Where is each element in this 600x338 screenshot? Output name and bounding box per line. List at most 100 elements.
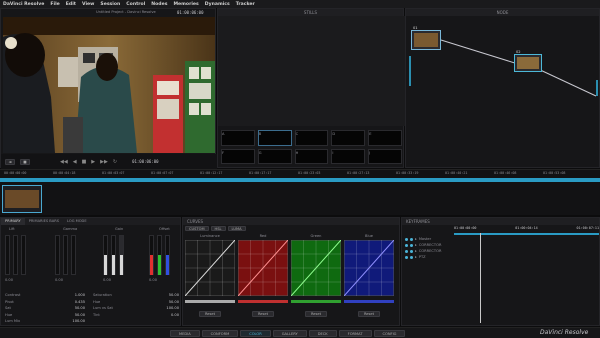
bars-area: Lift Gamma Gain Offset 0.00 0.00 0.00 0.00 xyxy=(3,227,180,289)
curve-reset-button[interactable]: Reset xyxy=(358,311,380,317)
page-tab-format[interactable]: FORMAT xyxy=(338,330,372,337)
curves-header: CURVES xyxy=(183,218,399,225)
rewind-icon[interactable]: ◀◀ xyxy=(60,159,68,165)
param-label: Hue xyxy=(93,299,101,304)
node-connection xyxy=(535,67,597,97)
curve-intensity-slider[interactable] xyxy=(238,300,288,303)
keyframe-ruler: 01:00:00:00 01:00:04:14 01:00:07:11 xyxy=(454,226,599,230)
menu-app[interactable]: DaVinci Resolve xyxy=(3,2,44,7)
keyframe-toggle-icon[interactable] xyxy=(410,243,413,247)
primary-bar-fill xyxy=(104,255,107,275)
bar-value: 0.00 xyxy=(55,278,64,282)
still-thumb[interactable]: C xyxy=(294,130,329,146)
still-thumb[interactable]: D xyxy=(331,130,366,146)
curve-graph[interactable] xyxy=(343,239,395,297)
page-tab-deck[interactable]: DECK xyxy=(308,330,337,337)
curve-graph[interactable] xyxy=(184,239,236,297)
timeline-panel: 00:00:00:00 00:00:04:18 01:00:03:07 01:00:0… xyxy=(0,169,600,215)
param-value: 0.00 xyxy=(170,312,179,317)
param-row[interactable]: Tint 0.00 xyxy=(93,312,179,319)
still-thumb[interactable]: H xyxy=(294,148,329,164)
track-label: CORRECTOR xyxy=(418,243,442,247)
curve-graph[interactable] xyxy=(237,239,289,297)
menu-session[interactable]: Session xyxy=(100,2,120,7)
keyframe-toggle-icon[interactable] xyxy=(405,249,408,253)
primary-bar[interactable] xyxy=(13,235,18,275)
expand-icon[interactable]: ▸ xyxy=(415,249,417,253)
menu-nodes[interactable]: Nodes xyxy=(151,2,167,7)
curve-intensity-slider[interactable] xyxy=(291,300,341,303)
keyframe-toggle-icon[interactable] xyxy=(405,237,408,241)
shuttle-button[interactable]: ■ xyxy=(20,158,30,165)
still-thumb[interactable]: J xyxy=(368,148,402,164)
curves-panel: CURVES CUSTOM HSL LUMA Luminance Reset Red… xyxy=(182,217,400,326)
keyframe-playhead[interactable] xyxy=(480,233,481,323)
stop-icon[interactable]: ■ xyxy=(82,159,87,165)
keyframe-toggle-icon[interactable] xyxy=(405,255,408,259)
still-thumb[interactable]: F xyxy=(221,148,255,164)
fast-forward-icon[interactable]: ▶▶ xyxy=(100,159,108,165)
group-label: Gain xyxy=(115,227,124,231)
timeline-ruler[interactable]: 00:00:00:00 00:00:04:18 01:00:03:07 01:00:0… xyxy=(0,171,600,177)
still-thumb[interactable]: I xyxy=(331,148,366,164)
reverse-play-icon[interactable]: ◀ xyxy=(73,159,77,165)
tab-primaries-bars[interactable]: PRIMARIES BARS xyxy=(25,218,63,225)
node-header: NODE xyxy=(406,9,599,16)
param-row[interactable]: Lum Mix 100.00 xyxy=(5,318,85,325)
keyframe-toggle-icon[interactable] xyxy=(405,243,408,247)
page-tab-gallery[interactable]: GALLERY xyxy=(272,330,307,337)
menu-dynamics[interactable]: Dynamics xyxy=(205,2,230,7)
primary-bar[interactable] xyxy=(21,235,26,275)
curve-reset-button[interactable]: Reset xyxy=(199,311,221,317)
timeline-track-bar[interactable] xyxy=(0,178,600,182)
menu-memories[interactable]: Memories xyxy=(173,2,198,7)
timecode-top: 01:00:06:00 xyxy=(177,10,204,15)
timeline-clip[interactable] xyxy=(2,185,42,213)
keyframe-toggle-icon[interactable] xyxy=(410,237,413,241)
primary-bar[interactable] xyxy=(55,235,60,275)
loop-icon[interactable]: ↻ xyxy=(113,159,117,165)
primary-bar[interactable] xyxy=(5,235,10,275)
still-thumb[interactable]: B xyxy=(257,130,292,146)
curve-graph[interactable] xyxy=(290,239,342,297)
play-icon[interactable]: ▶ xyxy=(91,159,95,165)
timeline-tick: 01:00:46:08 xyxy=(494,171,517,175)
menu-tracker[interactable]: Tracker xyxy=(236,2,255,7)
curve-intensity-slider[interactable] xyxy=(344,300,394,303)
params-right: Saturation 50.00 Hue 50.00 Lum vs Sat 100.00 T… xyxy=(93,292,179,326)
curve-reset-button[interactable]: Reset xyxy=(252,311,274,317)
primary-bar[interactable] xyxy=(63,235,68,275)
jog-button[interactable]: ◄ xyxy=(5,158,15,165)
page-tab-color[interactable]: COLOR xyxy=(240,330,271,337)
keyframe-track[interactable]: ▸ PTZ xyxy=(405,254,453,260)
page-tab-media[interactable]: MEDIA xyxy=(170,330,200,337)
tab-log-mode[interactable]: LOG MODE xyxy=(63,218,91,225)
tab-primary[interactable]: PRIMARY xyxy=(1,218,25,225)
node-01[interactable]: 01 xyxy=(411,26,441,50)
menu-edit[interactable]: Edit xyxy=(66,2,76,7)
page-tab-conform[interactable]: CONFORM xyxy=(201,330,239,337)
keyframe-bar[interactable] xyxy=(454,233,599,235)
curve-intensity-slider[interactable] xyxy=(185,300,235,303)
expand-icon[interactable]: ▸ xyxy=(415,237,417,241)
still-thumb[interactable]: G xyxy=(257,148,292,164)
still-thumb[interactable]: A xyxy=(221,130,255,146)
curve-reset-button[interactable]: Reset xyxy=(305,311,327,317)
menu-view[interactable]: View xyxy=(82,2,94,7)
menu-control[interactable]: Control xyxy=(126,2,145,7)
still-thumb[interactable]: E xyxy=(368,130,402,146)
video-frame[interactable] xyxy=(3,17,215,153)
page-tab-config[interactable]: CONFIG xyxy=(373,330,406,337)
menu-file[interactable]: File xyxy=(50,2,59,7)
param-label: Hue xyxy=(5,312,13,317)
node-02[interactable]: 02 xyxy=(514,50,542,72)
tab-luma[interactable]: LUMA xyxy=(227,226,246,231)
tab-hsl[interactable]: HSL xyxy=(210,226,226,231)
keyframe-toggle-icon[interactable] xyxy=(410,255,413,259)
primary-bar[interactable] xyxy=(71,235,76,275)
stills-area[interactable] xyxy=(218,16,405,126)
tab-custom[interactable]: CUSTOM xyxy=(185,226,209,231)
keyframe-toggle-icon[interactable] xyxy=(410,249,413,253)
expand-icon[interactable]: ▸ xyxy=(415,243,417,247)
expand-icon[interactable]: ▸ xyxy=(415,255,417,259)
